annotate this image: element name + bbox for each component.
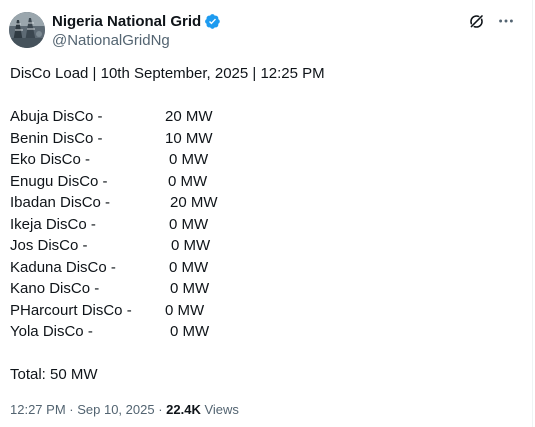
disco-load-list: Abuja DisCo - 20 MW Benin DisCo - 10 MW Eko … [10,106,325,343]
disco-name: Jos DisCo - [10,237,88,254]
author-handle[interactable]: @NationalGridNg [52,31,221,50]
disco-name: Kaduna DisCo - [10,258,116,276]
disco-load-value: 0 MW [169,151,209,168]
post-text: DisCo Load | 10th September, 2025 | 12:2… [10,63,325,386]
disco-row: Jos DisCo - 0 MW [10,235,325,257]
views-label: Views [200,402,239,417]
disco-row: PHarcourt DisCo - 0 MW [10,300,325,322]
disco-row: Yola DisCo - 0 MW [10,321,325,343]
disco-row: Kano DisCo - 0 MW [10,278,325,300]
disco-load-value: 10 MW [165,129,213,147]
post-heading: DisCo Load | 10th September, 2025 | 12:2… [10,65,325,82]
disco-name: Yola DisCo - [10,323,93,340]
disco-name: PHarcourt DisCo - [10,301,132,319]
disco-row: Abuja DisCo - 20 MW [10,106,325,128]
post-time: 12:27 PM [10,402,66,417]
disco-load-value: 0 MW [169,258,209,276]
disco-name: Enugu DisCo - [10,172,108,190]
grok-icon[interactable] [466,11,486,31]
disco-row: Benin DisCo - 10 MW [10,128,325,150]
disco-name: Ibadan DisCo - [10,194,111,211]
post-timestamp[interactable]: 12:27 PM · Sep 10, 2025 [10,402,155,417]
verified-badge-icon [204,13,221,30]
post-meta: 12:27 PM · Sep 10, 2025 · 22.4K Views [10,400,239,420]
disco-row: Ibadan DisCo - 20 MW [10,192,325,214]
author-block: Nigeria National Grid @NationalGridNg [52,11,221,50]
disco-load-value: 0 MW [170,323,210,340]
author-display-name[interactable]: Nigeria National Grid [52,13,201,30]
meta-separator-2: · [154,402,167,417]
disco-name: Eko DisCo - [10,151,91,168]
disco-row: Eko DisCo - 0 MW [10,149,325,171]
disco-load-value: 0 MW [169,215,209,233]
disco-load-value: 0 MW [170,280,210,297]
disco-load-value: 20 MW [170,194,218,211]
disco-name: Abuja DisCo - [10,108,103,125]
disco-load-value: 0 MW [171,237,211,254]
avatar[interactable] [9,12,45,48]
meta-separator: · [65,402,78,417]
post: Nigeria National Grid @NationalGridNg Di… [0,0,533,427]
post-date: Sep 10, 2025 [77,402,155,417]
disco-name: Ikeja DisCo - [10,215,96,233]
views-count: 22.4K [166,402,201,417]
more-options-icon[interactable] [496,11,516,31]
disco-load-value: 0 MW [168,172,208,190]
disco-name: Kano DisCo - [10,280,100,297]
disco-row: Ikeja DisCo - 0 MW [10,214,325,236]
post-total: Total: 50 MW [10,366,98,383]
disco-row: Enugu DisCo - 0 MW [10,171,325,193]
disco-load-value: 20 MW [165,108,213,125]
avatar-image [9,12,45,48]
disco-row: Kaduna DisCo - 0 MW [10,257,325,279]
disco-name: Benin DisCo - [10,129,103,147]
disco-load-value: 0 MW [165,301,205,319]
header-actions [466,11,516,31]
